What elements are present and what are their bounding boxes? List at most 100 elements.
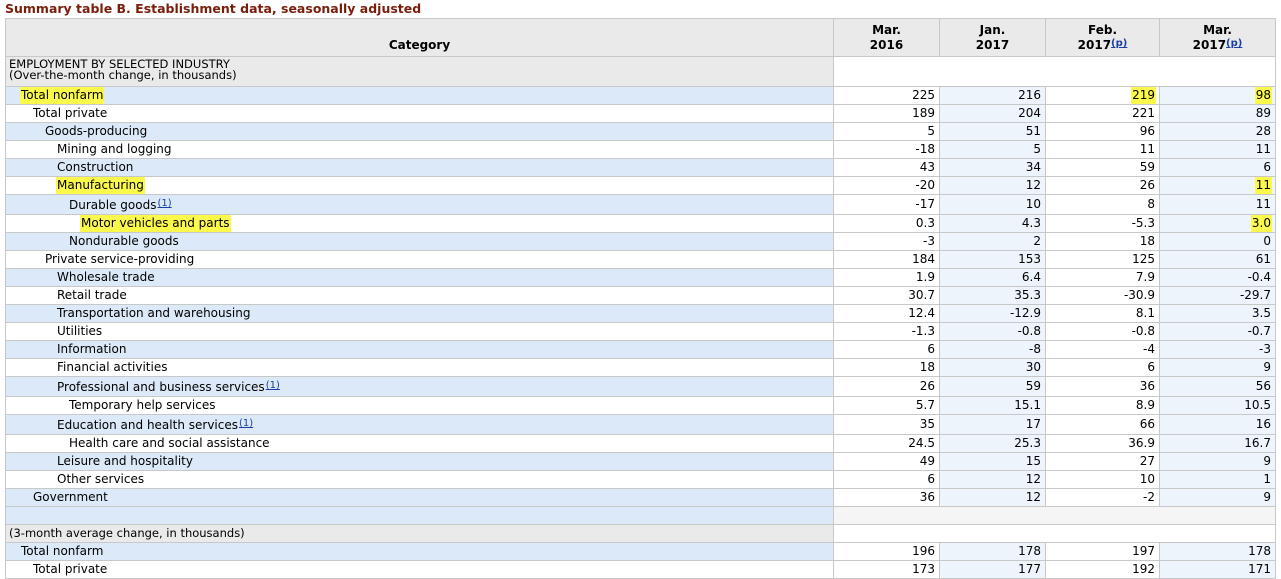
value-cell: 51	[939, 122, 1046, 141]
value: -17	[915, 197, 935, 211]
table-row: Professional and business services(1) 26 5…	[5, 376, 1276, 397]
row-label: Wholesale trade	[57, 270, 155, 284]
value: 7.9	[1135, 270, 1155, 284]
value: 30	[1025, 360, 1041, 374]
value-cell: -20	[833, 176, 940, 195]
value: -5.3	[1131, 216, 1155, 230]
row-label-cell: Total nonfarm	[5, 86, 834, 105]
row-label-cell: Motor vehicles and parts	[5, 214, 834, 233]
value: -0.7	[1247, 324, 1271, 338]
header-col-2-line2: 2017	[1077, 38, 1112, 52]
table-row: Other services 6 12 10 1	[5, 470, 1276, 489]
value: 16	[1255, 417, 1271, 431]
value: 35.3	[1014, 288, 1041, 302]
value: -3	[923, 234, 935, 248]
row-label-cell: Other services	[5, 470, 834, 489]
table-row: Health care and social assistance 24.5 25.…	[5, 434, 1276, 453]
table-row: Utilities -1.3 -0.8 -0.8 -0.7	[5, 322, 1276, 341]
value: 8.1	[1135, 306, 1155, 320]
value: -0.4	[1247, 270, 1271, 284]
value-cell: 16	[1159, 414, 1276, 435]
value-cell: 18	[833, 358, 940, 377]
header-col-0: Mar. 2016	[833, 18, 940, 57]
value-cell: 5.7	[833, 396, 940, 415]
value: 177	[1018, 562, 1041, 576]
value-cell: 3.0	[1159, 214, 1276, 233]
row-label: Nondurable goods	[69, 234, 179, 248]
value-cell: 15.1	[939, 396, 1046, 415]
preliminary-footnote-link[interactable]: (p)	[1226, 38, 1242, 49]
row-label: Leisure and hospitality	[57, 454, 193, 468]
value-cell: 11	[1045, 140, 1160, 159]
table-row: Goods-producing 5 51 96 28	[5, 122, 1276, 141]
row-label: Temporary help services	[69, 398, 216, 412]
value-cell: 9	[1159, 452, 1276, 471]
value-cell: 11	[1159, 194, 1276, 215]
value: 11	[1255, 197, 1271, 211]
value-cell: -12.9	[939, 304, 1046, 323]
value: 11	[1255, 142, 1271, 156]
section-subtitle: (Over-the-month change, in thousands)	[9, 68, 237, 82]
value-cell: 34	[939, 158, 1046, 177]
row-label: Financial activities	[57, 360, 168, 374]
value-cell: 184	[833, 250, 940, 269]
preliminary-footnote-link[interactable]: (p)	[1111, 38, 1127, 49]
value: 56	[1255, 379, 1271, 393]
header-row: Category Mar. 2016 Jan. 2017 Feb. 2017(p…	[5, 18, 1276, 57]
table-row: Total nonfarm 196 178 197 178	[5, 542, 1276, 561]
header-col-2-line1: Feb.	[1088, 23, 1117, 37]
value-cell: 17	[939, 414, 1046, 435]
row-label-cell: Retail trade	[5, 286, 834, 305]
value: -30.9	[1123, 288, 1155, 302]
footnote-link[interactable]: (1)	[157, 198, 171, 209]
value-cell: 1.9	[833, 268, 940, 287]
value-cell: 6.4	[939, 268, 1046, 287]
value: 8	[1147, 197, 1155, 211]
value: -12.9	[1009, 306, 1041, 320]
value-cell: -5.3	[1045, 214, 1160, 233]
value: 12.4	[908, 306, 935, 320]
value: 9	[1263, 454, 1271, 468]
value: -3	[1259, 342, 1271, 356]
table-body-monthly: EMPLOYMENT BY SELECTED INDUSTRY (Over-th…	[5, 56, 1276, 507]
value: 27	[1139, 454, 1155, 468]
row-label-cell: Wholesale trade	[5, 268, 834, 287]
value: 6	[1147, 360, 1155, 374]
value-cell: 26	[1045, 176, 1160, 195]
footnote-link[interactable]: (1)	[239, 418, 253, 429]
value: 25.3	[1014, 436, 1041, 450]
value: 6.4	[1021, 270, 1041, 284]
value-cell: 59	[1045, 158, 1160, 177]
value: 11	[1254, 177, 1272, 194]
value-cell: 178	[1159, 542, 1276, 561]
header-category: Category	[5, 18, 834, 57]
value: 35	[919, 417, 935, 431]
value: -4	[1143, 342, 1155, 356]
row-label-cell: Information	[5, 340, 834, 359]
row-label: Health care and social assistance	[69, 436, 270, 450]
value-cell: 5	[939, 140, 1046, 159]
value-cell: 12.4	[833, 304, 940, 323]
value: 15.1	[1014, 398, 1041, 412]
spacer-blank-cell	[833, 506, 1276, 525]
table-row: Temporary help services 5.7 15.1 8.9 10.5	[5, 396, 1276, 415]
table-row: Leisure and hospitality 49 15 27 9	[5, 452, 1276, 471]
value-cell: 0.3	[833, 214, 940, 233]
table-body-average: (3-month average change, in thousands) T…	[5, 506, 1276, 579]
table-row: Financial activities 18 30 6 9	[5, 358, 1276, 377]
value: 9	[1263, 490, 1271, 504]
value-cell: 12	[939, 470, 1046, 489]
value-cell: -8	[939, 340, 1046, 359]
value-cell: 11	[1159, 140, 1276, 159]
row-label-cell: Total private	[5, 104, 834, 123]
value: 3.0	[1250, 215, 1272, 232]
value-cell: 153	[939, 250, 1046, 269]
value-cell: 219	[1045, 86, 1160, 105]
table-row: Wholesale trade 1.9 6.4 7.9 -0.4	[5, 268, 1276, 287]
value-cell: 6	[833, 470, 940, 489]
value: 9	[1263, 360, 1271, 374]
footnote-link[interactable]: (1)	[266, 380, 280, 391]
table-row: Construction 43 34 59 6	[5, 158, 1276, 177]
value-cell: 30	[939, 358, 1046, 377]
value: 178	[1248, 544, 1271, 558]
